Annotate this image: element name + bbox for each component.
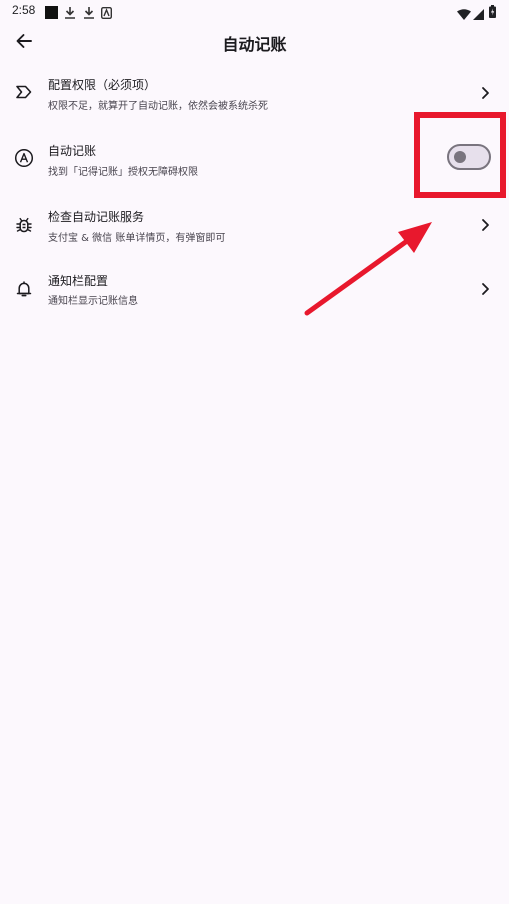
page-title: 自动记账 [222, 35, 287, 54]
label-outline-icon [13, 81, 35, 103]
settings-item-subtitle: 支付宝 & 微信 账单详情页，有弹窗即可 [48, 233, 226, 244]
settings-item-subtitle: 通知栏显示记账信息 [48, 296, 138, 307]
chevron-right-icon [482, 283, 489, 295]
download-icon [83, 4, 95, 23]
settings-item-title: 自动记账 [48, 144, 97, 158]
bell-icon [13, 278, 35, 300]
battery-icon [489, 3, 496, 22]
settings-item-check-service[interactable]: 检查自动记账服务 支付宝 & 微信 账单详情页，有弹窗即可 [0, 195, 509, 257]
settings-item-subtitle: 权限不足，就算开了自动记账，依然会被系统杀死 [48, 101, 268, 112]
app-notification-icon [100, 4, 113, 23]
notification-square-icon [45, 4, 58, 23]
app-bar: 自动记账 [0, 22, 509, 64]
status-bar: 2:58 [0, 0, 509, 22]
annotation-highlight-box [414, 112, 506, 198]
settings-item-title: 通知栏配置 [48, 274, 109, 288]
settings-item-notification-config[interactable]: 通知栏配置 通知栏显示记账信息 [0, 260, 509, 322]
settings-item-title: 检查自动记账服务 [48, 210, 145, 224]
settings-item-subtitle: 找到「记得记账」授权无障碍权限 [48, 167, 198, 178]
settings-item-title: 配置权限（必须项） [48, 78, 157, 92]
bug-icon [13, 214, 35, 236]
circle-a-icon [13, 147, 35, 169]
chevron-right-icon [482, 87, 489, 99]
download-icon [64, 4, 76, 23]
status-time: 2:58 [12, 3, 36, 17]
chevron-right-icon [482, 219, 489, 231]
